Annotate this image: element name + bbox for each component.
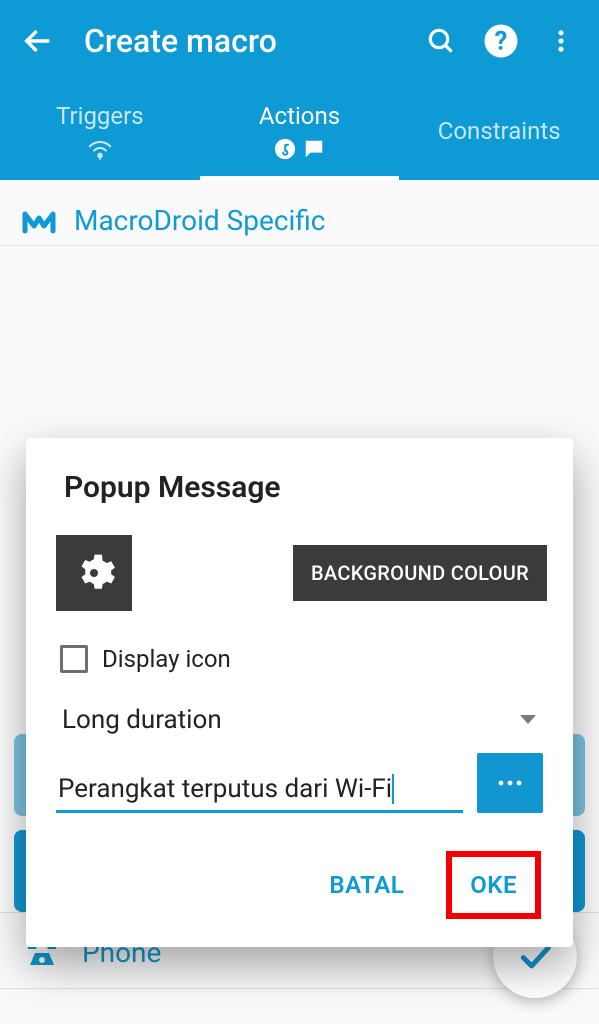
tab-constraints[interactable]: Constraints <box>399 82 599 180</box>
display-icon-checkbox[interactable] <box>60 645 88 673</box>
select-value: Long duration <box>62 705 519 735</box>
icon-preview-button[interactable] <box>56 535 132 611</box>
checkbox-label: Display icon <box>102 645 231 673</box>
tab-triggers[interactable]: Triggers <box>0 82 200 180</box>
more-vert-icon <box>547 27 575 55</box>
tab-actions[interactable]: Actions <box>200 82 400 180</box>
text-cursor <box>392 774 394 804</box>
content-area: MacroDroid Specific Disable Enable/Disab… <box>0 180 599 1024</box>
app-bar-top: Create macro ? <box>0 0 599 82</box>
overflow-menu-button[interactable] <box>535 15 587 67</box>
dialog-icon-row: BACKGROUND COLOUR <box>52 535 547 611</box>
svg-text:?: ? <box>495 26 508 56</box>
ok-highlight: OKE <box>446 851 541 919</box>
chevron-down-icon <box>519 714 537 726</box>
background-colour-button[interactable]: BACKGROUND COLOUR <box>293 545 547 601</box>
tab-label: Triggers <box>56 102 144 130</box>
display-icon-row[interactable]: Display icon <box>52 639 547 699</box>
tab-label: Constraints <box>438 117 561 145</box>
page-title: Create macro <box>84 22 277 60</box>
search-icon <box>425 25 457 57</box>
wifi-icon <box>87 138 113 160</box>
help-button[interactable]: ? <box>475 15 527 67</box>
app-bar: Create macro ? Triggers Actions Co <box>0 0 599 180</box>
back-button[interactable] <box>12 15 64 67</box>
insert-variable-button[interactable] <box>477 753 543 813</box>
ok-button[interactable]: OKE <box>470 871 517 899</box>
message-icon <box>302 138 326 160</box>
cancel-button[interactable]: BATAL <box>329 871 404 899</box>
message-input[interactable]: Perangkat terputus dari Wi-Fi <box>58 774 392 804</box>
gear-icon <box>72 551 116 595</box>
tab-label: Actions <box>259 102 340 130</box>
music-note-icon <box>274 138 296 160</box>
popup-message-dialog: Popup Message BACKGROUND COLOUR Display … <box>26 438 573 947</box>
ellipsis-icon <box>496 778 524 788</box>
message-input-row: Perangkat terputus dari Wi-Fi <box>52 753 547 843</box>
help-icon: ? <box>483 23 519 59</box>
dialog-actions: BATAL OKE <box>52 843 547 927</box>
duration-select[interactable]: Long duration <box>52 699 547 753</box>
dialog-title: Popup Message <box>52 470 547 505</box>
arrow-back-icon <box>21 24 55 58</box>
search-button[interactable] <box>415 15 467 67</box>
tabs: Triggers Actions Constraints <box>0 82 599 180</box>
